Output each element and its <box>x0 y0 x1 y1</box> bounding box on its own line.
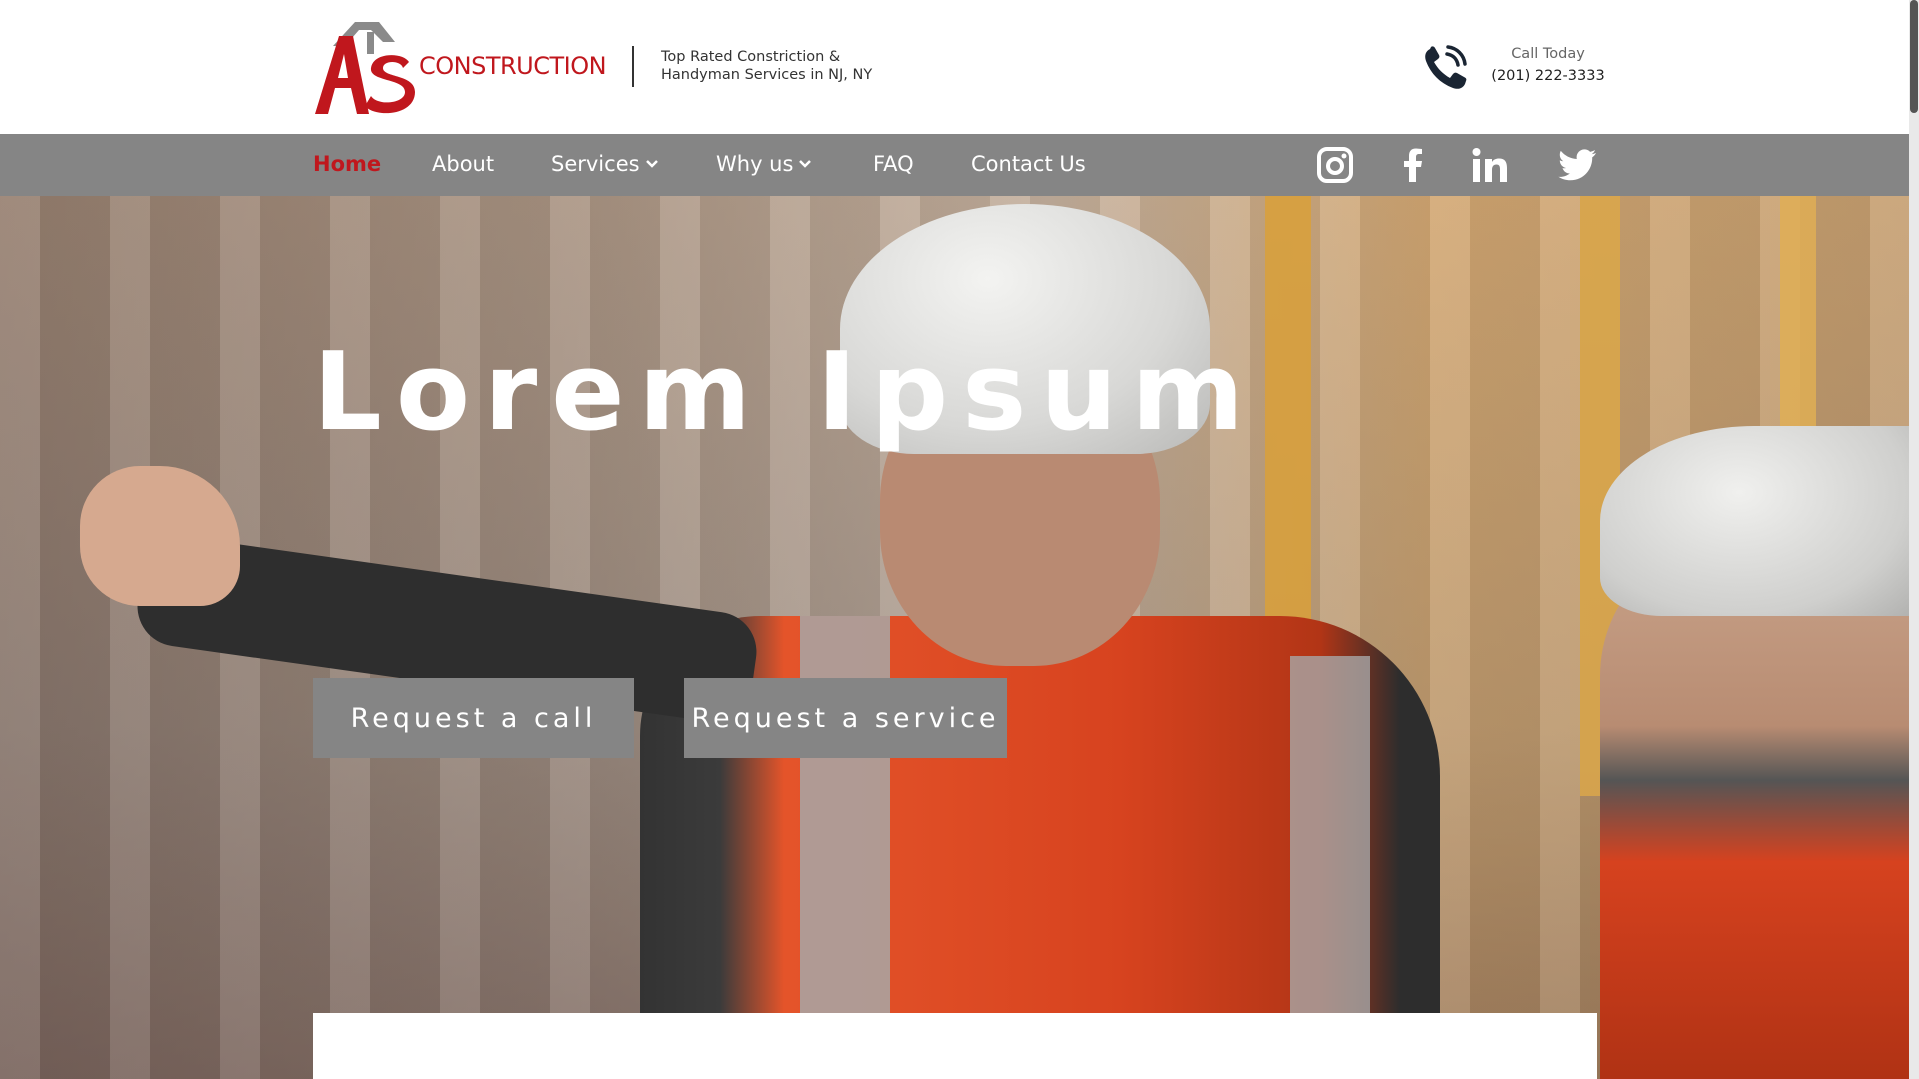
logo-wordmark: CONSTRUCTION <box>419 52 607 80</box>
tagline-line-1: Top Rated Constriction & <box>661 49 841 65</box>
nav-label: Services <box>551 152 640 176</box>
nav-label: FAQ <box>873 152 914 176</box>
hard-hat-secondary <box>1600 426 1909 616</box>
main-navigation: Home About Services Why us FAQ Contact U… <box>0 134 1909 196</box>
nav-label: Why us <box>716 152 794 176</box>
request-call-button[interactable]: Request a call <box>313 678 634 758</box>
nav-label: About <box>432 152 495 176</box>
header-divider <box>632 46 634 87</box>
tagline-line-2: Handyman Services in NJ, NY <box>661 67 873 83</box>
content-card <box>313 1013 1597 1079</box>
nav-item-about[interactable]: About <box>432 152 494 176</box>
chevron-down-icon <box>799 160 812 168</box>
twitter-icon[interactable] <box>1558 146 1598 184</box>
facebook-icon[interactable] <box>1395 146 1433 184</box>
page-scrollbar[interactable] <box>1909 0 1919 1079</box>
nav-item-home[interactable]: Home <box>313 152 381 176</box>
site-tagline: Top Rated Constriction & Handyman Servic… <box>661 48 872 84</box>
nav-item-faq[interactable]: FAQ <box>873 152 914 176</box>
linkedin-icon[interactable] <box>1471 146 1509 184</box>
site-header: CONSTRUCTION Top Rated Constriction & Ha… <box>0 0 1909 134</box>
phone-number-link[interactable]: (201) 222-3333 <box>1490 68 1606 84</box>
worker-figure-secondary <box>1600 536 1909 1079</box>
nav-item-services[interactable]: Services <box>551 152 660 176</box>
nav-label: Contact Us <box>971 152 1086 176</box>
nav-label: Home <box>313 152 382 176</box>
hero-title: Lorem Ipsum <box>313 330 1258 455</box>
chevron-down-icon <box>645 160 658 168</box>
nav-item-contact-us[interactable]: Contact Us <box>971 152 1086 176</box>
call-today-label: Call Today <box>1511 46 1585 62</box>
phone-icon[interactable] <box>1422 43 1472 90</box>
hero-section <box>0 196 1909 1079</box>
scrollbar-thumb[interactable] <box>1910 0 1918 113</box>
request-service-button[interactable]: Request a service <box>684 678 1007 758</box>
site-logo[interactable]: CONSTRUCTION <box>313 18 607 118</box>
nav-item-why-us[interactable]: Why us <box>716 152 813 176</box>
logo-mark-icon <box>315 22 415 114</box>
instagram-icon[interactable] <box>1316 146 1354 184</box>
